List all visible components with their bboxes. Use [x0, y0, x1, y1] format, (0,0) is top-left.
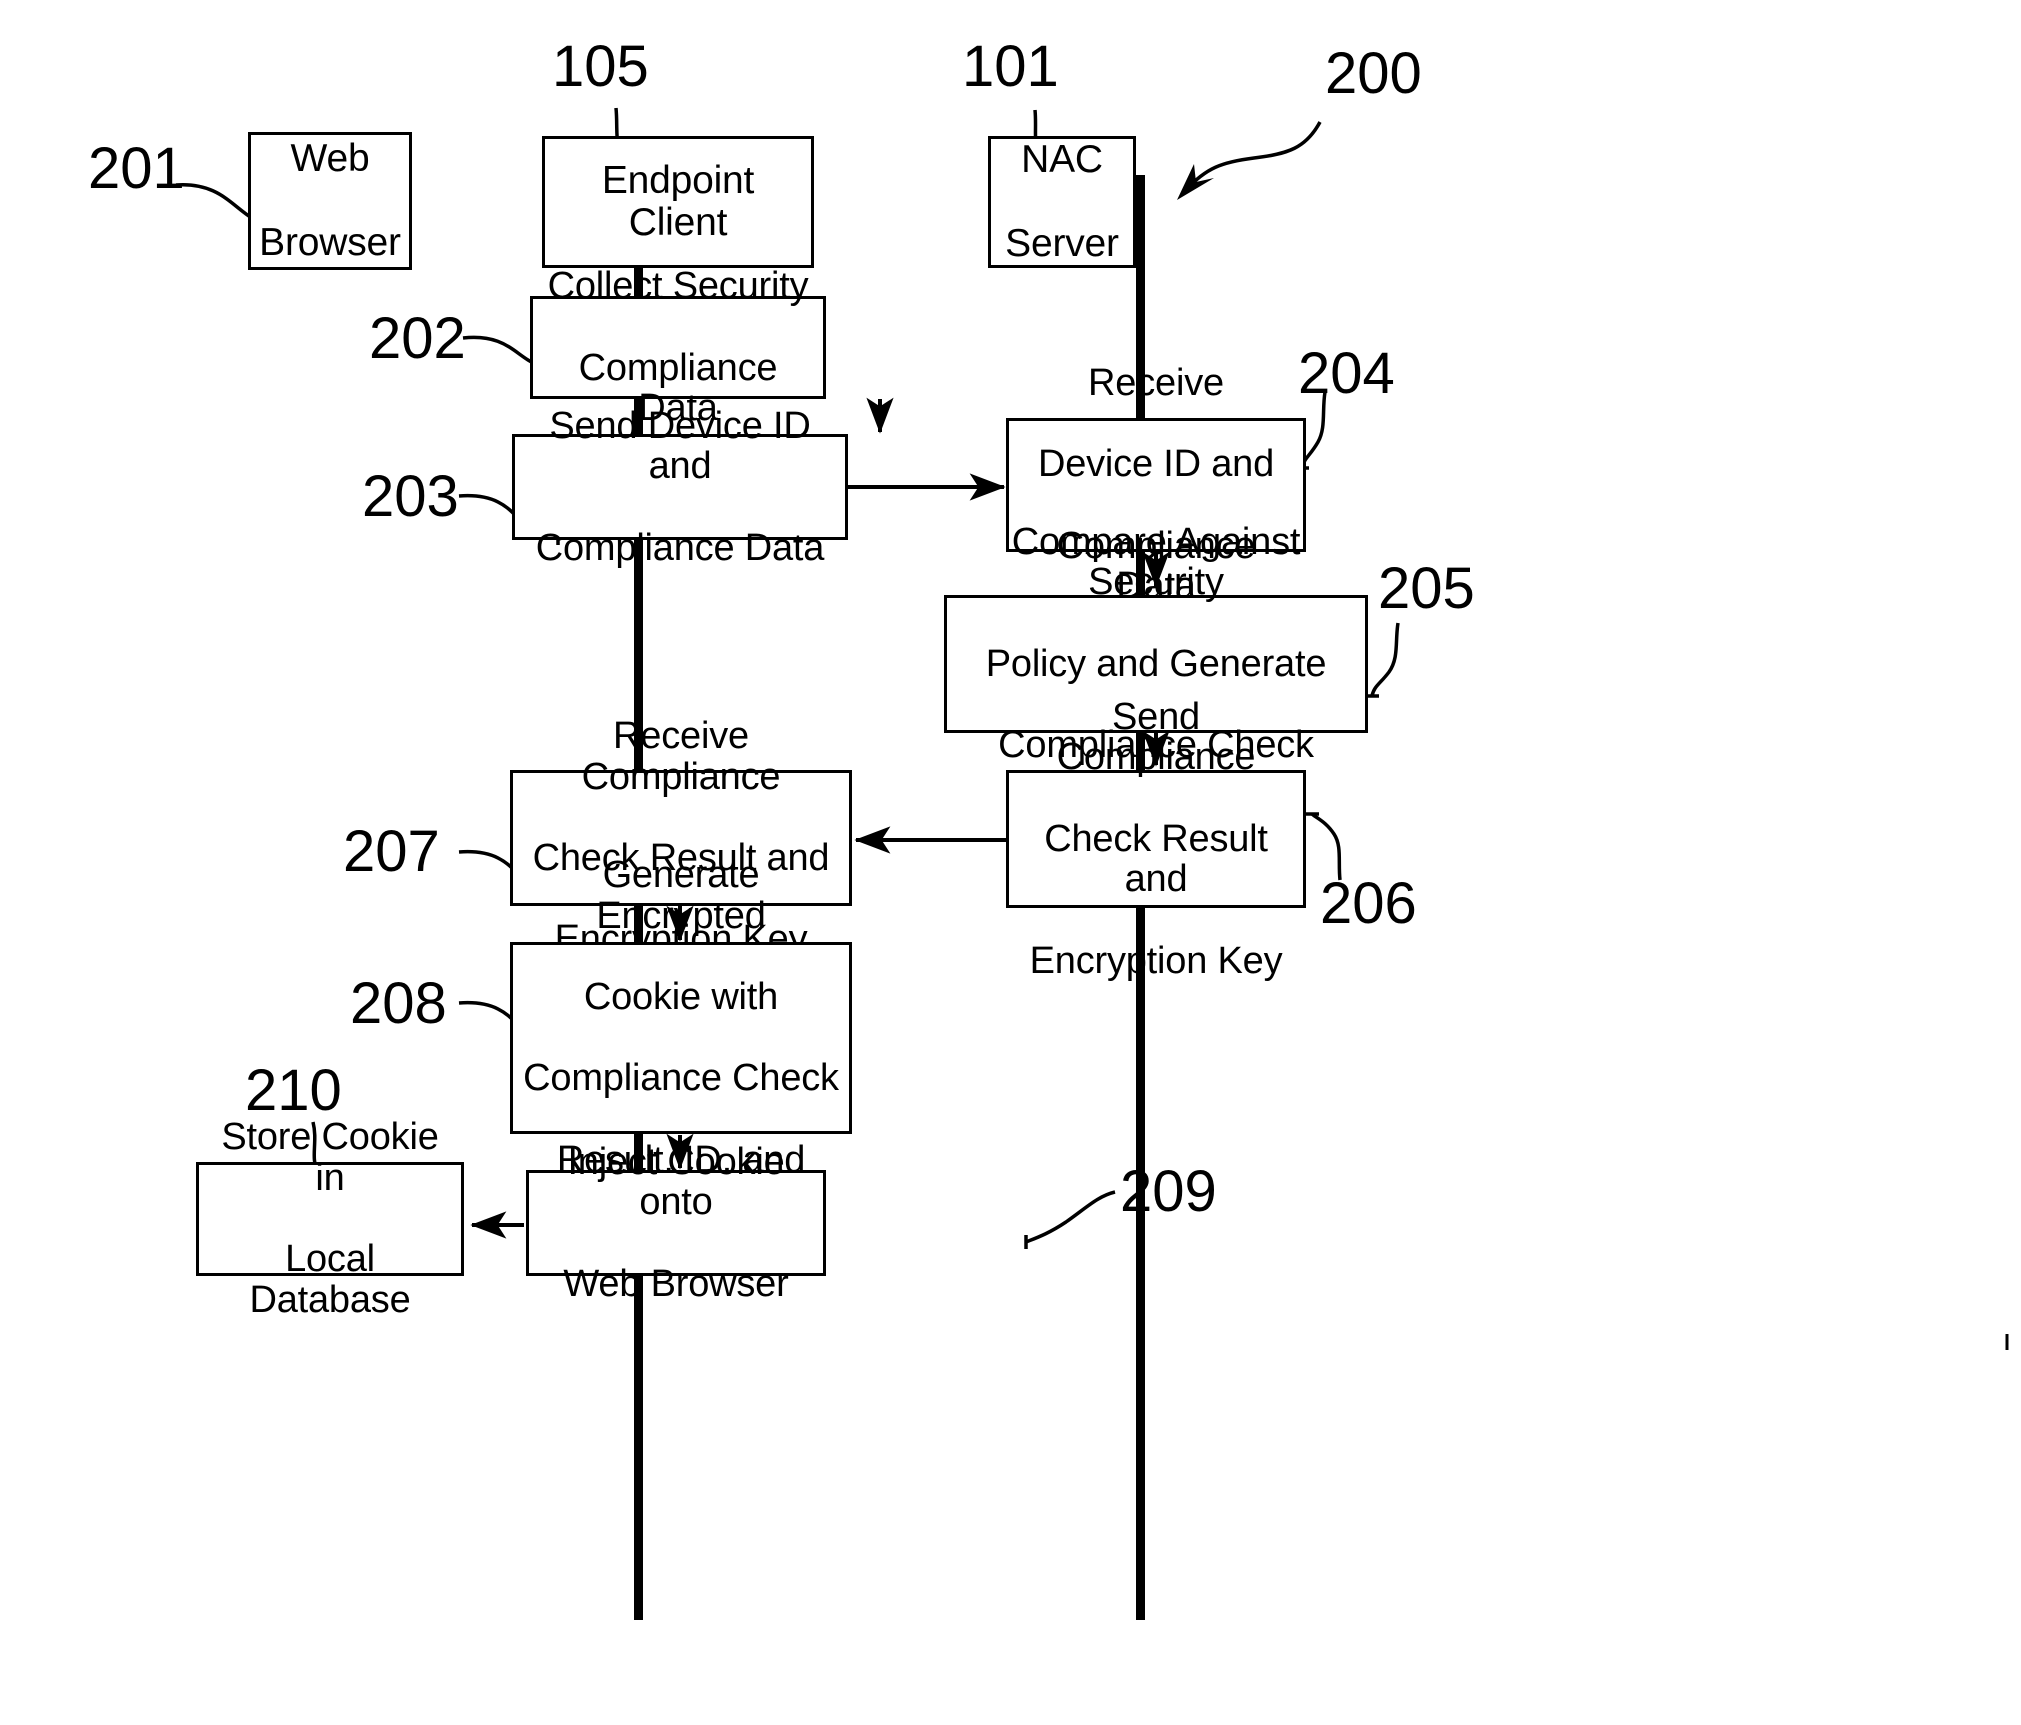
step-206-line2: Check Result and	[1044, 817, 1268, 901]
ref-label-210: 210	[245, 1058, 342, 1123]
ref-label-101: 101	[962, 34, 1059, 99]
ref-label-208: 208	[350, 971, 447, 1036]
patent-figure-200: Web Browser Endpoint Client NAC Server C…	[0, 0, 2021, 1725]
ref-label-209: 209	[1120, 1159, 1217, 1224]
step-210-line1: Store Cookie in	[221, 1116, 439, 1200]
step-208-line2: Cookie with	[583, 976, 779, 1019]
step-208-line3: Compliance Check	[523, 1057, 839, 1100]
actor-web-browser-line1: Web	[290, 137, 370, 181]
step-207-line1: Receive Compliance	[581, 715, 781, 798]
actor-web-browser-line2: Browser	[259, 220, 401, 264]
step-210-line2: Local Database	[249, 1238, 411, 1321]
step-203-line1: Send Device ID and	[549, 404, 811, 488]
leader-209	[1025, 1190, 1116, 1244]
ref-label-203: 203	[362, 464, 459, 529]
ref-label-200: 200	[1325, 41, 1422, 106]
ref-label-201: 201	[88, 136, 185, 201]
leader-200-arrowhead	[1177, 164, 1214, 200]
actor-endpoint-client-line1: Endpoint Client	[601, 159, 755, 244]
actor-nac-server-line2: Server	[1005, 221, 1119, 265]
leader-205	[1370, 622, 1400, 697]
ref-label-205: 205	[1378, 556, 1475, 621]
ref-label-207: 207	[343, 819, 440, 884]
step-box-206-send-compliance-check-result-and-encryption-key[interactable]: Send Compliance Check Result and Encrypt…	[1006, 696, 1306, 981]
step-box-209-inject-cookie-onto-web-browser[interactable]: Inject Cookie onto Web Browser	[526, 1141, 826, 1304]
step-205-line1: Compare Against Security	[1011, 520, 1301, 604]
step-206-line3: Encryption Key	[1029, 939, 1283, 982]
step-205-line2: Policy and Generate	[985, 642, 1327, 685]
step-203-line2: Compliance Data	[535, 526, 825, 569]
step-209-line1: Inject Cookie onto	[567, 1140, 785, 1224]
step-box-203-send-device-id-and-compliance-data[interactable]: Send Device ID and Compliance Data	[512, 405, 848, 568]
step-202-line1: Collect Security	[547, 265, 809, 308]
ref-label-202: 202	[369, 306, 466, 371]
step-204-line2: Device ID and	[1037, 443, 1275, 486]
actor-box-endpoint-client[interactable]: Endpoint Client	[542, 136, 814, 268]
actor-nac-server-line1: NAC	[1021, 138, 1103, 182]
step-204-line1: Receive	[1088, 362, 1224, 405]
ref-label-105: 105	[552, 34, 649, 99]
step-208-line1: Generate Encrypted	[596, 854, 766, 937]
ref-label-206: 206	[1320, 871, 1417, 936]
step-box-210-store-cookie-in-local-database[interactable]: Store Cookie in Local Database	[196, 1117, 464, 1320]
actor-box-nac-server[interactable]: NAC Server	[988, 136, 1136, 268]
actor-box-web-browser[interactable]: Web Browser	[248, 132, 412, 270]
leader-200	[1184, 121, 1322, 192]
step-box-208-generate-encrypted-cookie[interactable]: Generate Encrypted Cookie with Complianc…	[510, 855, 852, 1221]
step-206-line1: Send Compliance	[1056, 695, 1256, 779]
step-209-line2: Web Browser	[563, 1262, 789, 1305]
step-box-202-collect-security-compliance-data[interactable]: Collect Security Compliance Data	[530, 266, 826, 429]
ref-label-204: 204	[1298, 341, 1395, 406]
